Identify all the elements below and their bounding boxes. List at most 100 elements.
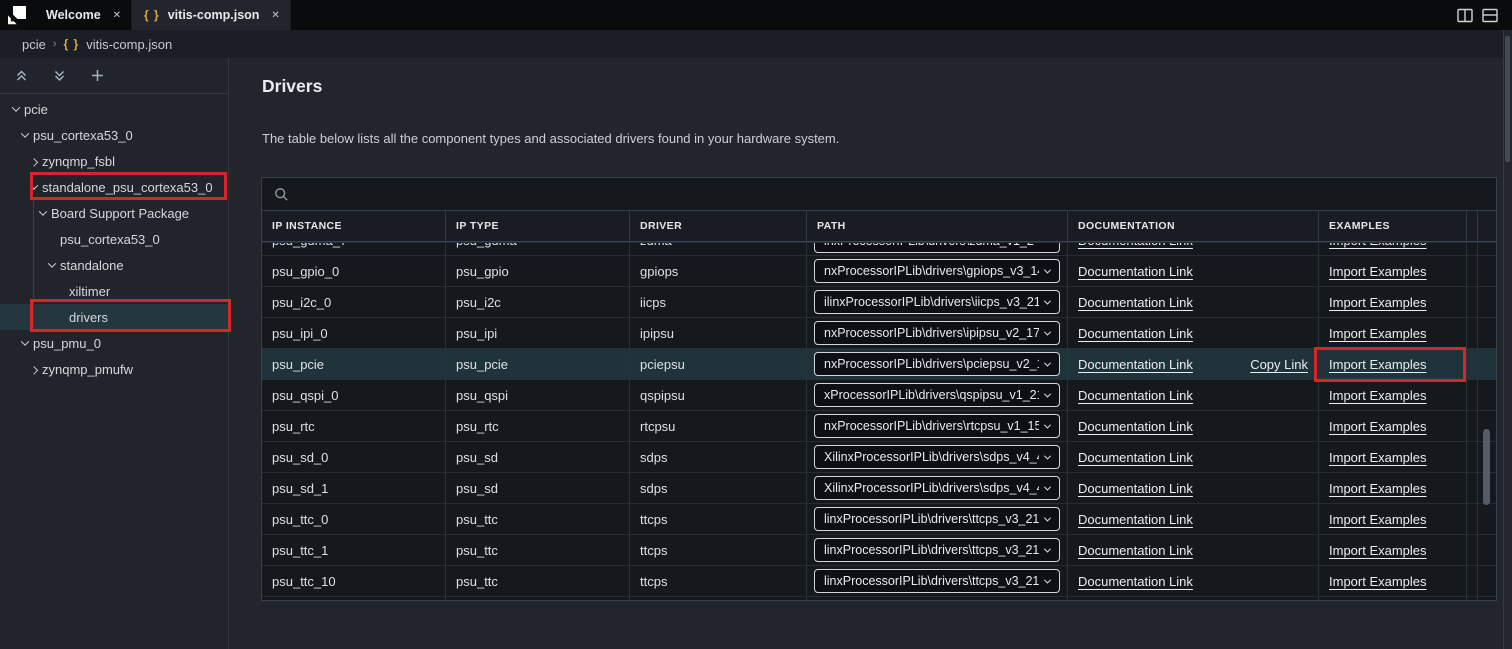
driver-version-dropdown[interactable]: nxProcessorIPLib\drivers\ipipsu_v2_17	[814, 321, 1060, 345]
expand-all-icon[interactable]	[50, 67, 68, 85]
table-row[interactable]: psu_i2c_0 psu_i2c iicps ilinxProcessorIP…	[262, 286, 1496, 317]
tree-chevron-icon[interactable]	[53, 314, 69, 320]
tree-item[interactable]: pcie	[0, 96, 228, 122]
collapse-all-icon[interactable]	[12, 67, 30, 85]
breadcrumb-project[interactable]: pcie	[22, 37, 46, 52]
tree-chevron-icon[interactable]	[35, 210, 51, 216]
tree-chevron-icon[interactable]	[26, 366, 42, 372]
documentation-link[interactable]: Documentation Link	[1078, 543, 1193, 558]
driver-version-dropdown[interactable]: linxProcessorIPLib\drivers\ttcps_v3_21	[814, 507, 1060, 531]
documentation-link[interactable]: Documentation Link	[1078, 295, 1193, 310]
search-input[interactable]	[298, 187, 1484, 202]
toggle-panel-layout-icon[interactable]	[1482, 8, 1498, 23]
import-examples-link[interactable]: Import Examples	[1329, 295, 1427, 310]
import-examples-link[interactable]: Import Examples	[1329, 574, 1427, 589]
import-examples-link[interactable]: Import Examples	[1329, 242, 1427, 248]
tree-item[interactable]: drivers	[0, 304, 228, 330]
tree-item[interactable]: standalone	[0, 252, 228, 278]
tree-item[interactable]: xiltimer	[0, 278, 228, 304]
page-scrollbar-thumb[interactable]	[1505, 36, 1510, 162]
tab-vitis-comp-json-close-icon[interactable]: ✕	[271, 10, 279, 21]
dropdown-chevron-icon	[1044, 328, 1051, 335]
drivers-table-widget: IP INSTANCE IP TYPE DRIVER PATH DOCUMENT…	[261, 177, 1497, 601]
table-row[interactable]: psu_ttc_1 psu_ttc ttcps linxProcessorIPL…	[262, 534, 1496, 565]
table-row[interactable]: psu_gdma_7 psu_gdma zdma inxProcessorIPL…	[262, 242, 1496, 255]
tree-chevron-icon[interactable]	[44, 262, 60, 268]
documentation-link[interactable]: Documentation Link	[1078, 357, 1193, 372]
driver-version-dropdown[interactable]: XilinxProcessorIPLib\drivers\sdps_v4_4	[814, 476, 1060, 500]
driver-version-value: nxProcessorIPLib\drivers\gpiops_v3_14	[824, 264, 1039, 278]
table-row[interactable]: psu_ttc_0 psu_ttc ttcps linxProcessorIPL…	[262, 503, 1496, 534]
tree-chevron-icon[interactable]	[17, 340, 33, 346]
tree-item[interactable]: standalone_psu_cortexa53_0	[0, 174, 228, 200]
cell-driver: sdps	[629, 473, 806, 503]
import-examples-link[interactable]: Import Examples	[1329, 326, 1427, 341]
driver-version-dropdown[interactable]: ilinxProcessorIPLib\drivers\iicps_v3_21	[814, 290, 1060, 314]
tree-chevron-icon[interactable]	[53, 288, 69, 294]
driver-version-dropdown[interactable]: nxProcessorIPLib\drivers\rtcpsu_v1_15	[814, 414, 1060, 438]
tree-item-label: Board Support Package	[51, 206, 189, 221]
driver-version-dropdown[interactable]: nxProcessorIPLib\drivers\pciepsu_v2_1	[814, 352, 1060, 376]
table-scrollbar-thumb[interactable]	[1483, 429, 1490, 505]
cell-ip-type: psu_qspi	[445, 380, 629, 410]
documentation-link[interactable]: Documentation Link	[1078, 481, 1193, 496]
tree-item[interactable]: Board Support Package	[0, 200, 228, 226]
cell-path: xProcessorIPLib\drivers\qspipsu_v1_21	[806, 380, 1067, 410]
table-row[interactable]: psu_qspi_0 psu_qspi qspipsu xProcessorIP…	[262, 379, 1496, 410]
table-row[interactable]: psu_pcie psu_pcie pciepsu nxProcessorIPL…	[262, 348, 1496, 379]
documentation-link[interactable]: Documentation Link	[1078, 326, 1193, 341]
tree-item[interactable]: zynqmp_pmufw	[0, 356, 228, 382]
breadcrumb-file[interactable]: vitis-comp.json	[86, 37, 172, 52]
tab-welcome-close-icon[interactable]: ✕	[113, 10, 121, 21]
import-examples-link[interactable]: Import Examples	[1329, 543, 1427, 558]
documentation-link[interactable]: Documentation Link	[1078, 419, 1193, 434]
tree-item[interactable]: psu_pmu_0	[0, 330, 228, 356]
driver-version-value: nxProcessorIPLib\drivers\pciepsu_v2_1	[824, 357, 1039, 371]
documentation-link[interactable]: Documentation Link	[1078, 264, 1193, 279]
documentation-link[interactable]: Documentation Link	[1078, 388, 1193, 403]
import-examples-link[interactable]: Import Examples	[1329, 388, 1427, 403]
split-editor-icon[interactable]	[1457, 8, 1473, 23]
dropdown-chevron-icon	[1044, 390, 1051, 397]
documentation-link[interactable]: Documentation Link	[1078, 450, 1193, 465]
driver-version-dropdown[interactable]: XilinxProcessorIPLib\drivers\sdps_v4_4	[814, 445, 1060, 469]
col-header-path: PATH	[806, 211, 1067, 241]
tree-chevron-icon[interactable]	[17, 132, 33, 138]
tree-item[interactable]: zynqmp_fsbl	[0, 148, 228, 174]
tree-chevron-icon[interactable]	[26, 184, 42, 190]
driver-version-dropdown[interactable]: inxProcessorIPLib\drivers\zdma_v1_2	[814, 242, 1060, 253]
driver-version-dropdown[interactable]: linxProcessorIPLib\drivers\ttcps_v3_21	[814, 569, 1060, 593]
table-row[interactable]	[262, 597, 1496, 600]
driver-version-dropdown[interactable]: nxProcessorIPLib\drivers\gpiops_v3_14	[814, 259, 1060, 283]
table-row[interactable]: psu_ttc_10 psu_ttc ttcps linxProcessorIP…	[262, 565, 1496, 596]
import-examples-link[interactable]: Import Examples	[1329, 357, 1427, 372]
import-examples-link[interactable]: Import Examples	[1329, 264, 1427, 279]
cell-documentation: Documentation Link	[1067, 473, 1318, 503]
add-component-icon[interactable]	[88, 67, 106, 85]
tree-item[interactable]: psu_cortexa53_0	[0, 226, 228, 252]
import-examples-link[interactable]: Import Examples	[1329, 512, 1427, 527]
tree-item[interactable]: psu_cortexa53_0	[0, 122, 228, 148]
tree-chevron-icon[interactable]	[26, 158, 42, 164]
import-examples-link[interactable]: Import Examples	[1329, 419, 1427, 434]
import-examples-link[interactable]: Import Examples	[1329, 450, 1427, 465]
tree-chevron-icon[interactable]	[8, 106, 24, 112]
documentation-link[interactable]: Documentation Link	[1078, 574, 1193, 589]
tab-vitis-comp-json[interactable]: { } vitis-comp.json ✕	[132, 0, 291, 30]
documentation-link[interactable]: Documentation Link	[1078, 512, 1193, 527]
table-row[interactable]: psu_gpio_0 psu_gpio gpiops nxProcessorIP…	[262, 255, 1496, 286]
table-row[interactable]: psu_sd_1 psu_sd sdps XilinxProcessorIPLi…	[262, 472, 1496, 503]
documentation-link[interactable]: Documentation Link	[1078, 242, 1193, 248]
tab-welcome[interactable]: Welcome ✕	[34, 0, 132, 30]
cell-driver: sdps	[629, 442, 806, 472]
col-header-examples: EXAMPLES	[1318, 211, 1466, 241]
tree-chevron-icon[interactable]	[44, 236, 60, 242]
page-scrollbar-track[interactable]	[1503, 30, 1512, 649]
driver-version-dropdown[interactable]: xProcessorIPLib\drivers\qspipsu_v1_21	[814, 383, 1060, 407]
table-row[interactable]: psu_sd_0 psu_sd sdps XilinxProcessorIPLi…	[262, 441, 1496, 472]
driver-version-dropdown[interactable]: linxProcessorIPLib\drivers\ttcps_v3_21	[814, 538, 1060, 562]
table-row[interactable]: psu_ipi_0 psu_ipi ipipsu nxProcessorIPLi…	[262, 317, 1496, 348]
copy-link[interactable]: Copy Link	[1250, 357, 1308, 372]
table-row[interactable]: psu_rtc psu_rtc rtcpsu nxProcessorIPLib\…	[262, 410, 1496, 441]
import-examples-link[interactable]: Import Examples	[1329, 481, 1427, 496]
